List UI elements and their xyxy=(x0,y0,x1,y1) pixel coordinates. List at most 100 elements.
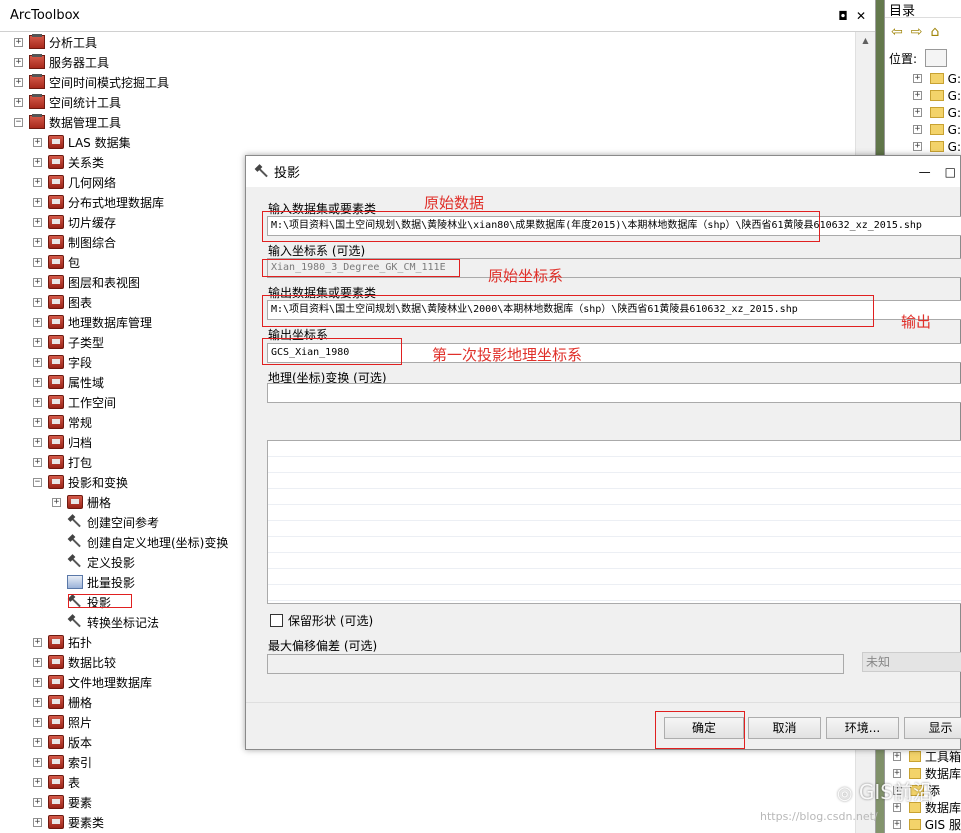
expand-icon[interactable]: + xyxy=(33,297,42,307)
preserve-shape-checkbox[interactable] xyxy=(270,614,283,627)
tree-item[interactable]: + 图层和表视图 xyxy=(33,272,140,292)
expand-icon[interactable]: + xyxy=(33,717,42,727)
tree-item[interactable]: + 要素类 xyxy=(33,812,104,832)
expand-icon[interactable]: + xyxy=(913,142,922,151)
expand-icon[interactable]: + xyxy=(33,697,42,707)
expand-icon[interactable]: + xyxy=(33,137,42,147)
tree-item[interactable]: + LAS 数据集 xyxy=(33,132,131,152)
cancel-button[interactable]: 取消 xyxy=(748,717,821,739)
expand-icon[interactable]: + xyxy=(52,497,61,507)
tree-item[interactable]: 创建自定义地理(坐标)变换 xyxy=(52,532,228,552)
expand-icon[interactable]: + xyxy=(33,437,42,447)
environments-button[interactable]: 环境... xyxy=(826,717,899,739)
expand-icon[interactable]: + xyxy=(33,177,42,187)
expand-icon[interactable]: + xyxy=(33,337,42,347)
expand-icon[interactable]: + xyxy=(33,457,42,467)
expand-icon[interactable]: + xyxy=(33,757,42,767)
location-dropdown[interactable] xyxy=(925,49,948,67)
tree-item[interactable]: + 图表 xyxy=(33,292,92,312)
expand-icon[interactable]: + xyxy=(33,217,42,227)
tree-item[interactable]: + 照片 xyxy=(33,712,92,732)
expand-icon[interactable]: + xyxy=(14,97,23,107)
expand-icon[interactable]: + xyxy=(33,397,42,407)
tree-item[interactable]: + 几何网络 xyxy=(33,172,116,192)
expand-icon[interactable]: + xyxy=(33,797,42,807)
tree-item[interactable]: + 工作空间 xyxy=(33,392,116,412)
expand-icon[interactable]: + xyxy=(33,277,42,287)
expand-icon[interactable]: + xyxy=(14,37,23,47)
expand-icon[interactable]: + xyxy=(33,357,42,367)
ok-button[interactable]: 确定 xyxy=(664,717,744,739)
expand-icon[interactable]: + xyxy=(913,108,922,117)
expand-icon[interactable]: + xyxy=(913,91,922,100)
expand-icon[interactable]: + xyxy=(33,197,42,207)
preserve-shape-row[interactable]: 保留形状 (可选) xyxy=(270,612,373,629)
tree-item[interactable]: − 数据管理工具 xyxy=(14,112,121,132)
back-arrow-icon[interactable]: ⇦ xyxy=(891,24,903,40)
expand-icon[interactable]: + xyxy=(14,57,23,67)
catalog-folder[interactable]: + G: xyxy=(885,70,961,87)
tree-item[interactable]: 定义投影 xyxy=(52,552,135,572)
maximize-button[interactable]: □ xyxy=(945,165,956,179)
tree-item[interactable]: + 栅格 xyxy=(33,692,92,712)
tree-item[interactable]: + 索引 xyxy=(33,752,92,772)
expand-icon[interactable]: + xyxy=(893,820,901,829)
tree-item[interactable]: 投影 xyxy=(52,592,111,612)
pin-button[interactable]: ◘ xyxy=(837,10,849,22)
tree-item[interactable]: + 包 xyxy=(33,252,80,272)
output-dataset-field[interactable]: M:\项目资料\国土空间规划\数据\黄陵林业\2000\本期林地数据库（shp）… xyxy=(267,300,961,320)
expand-icon[interactable]: + xyxy=(33,317,42,327)
tree-item[interactable]: + 子类型 xyxy=(33,332,104,352)
expand-icon[interactable]: + xyxy=(33,657,42,667)
tree-item[interactable]: + 切片缓存 xyxy=(33,212,116,232)
expand-icon[interactable]: + xyxy=(33,817,42,827)
show-help-button[interactable]: 显示 xyxy=(904,717,961,739)
tree-item[interactable]: + 拓扑 xyxy=(33,632,92,652)
expand-icon[interactable]: + xyxy=(33,737,42,747)
geo-transform-dropdown[interactable] xyxy=(267,383,961,403)
tree-item[interactable]: + 地理数据库管理 xyxy=(33,312,152,332)
tree-item[interactable]: − 投影和变换 xyxy=(33,472,128,492)
tree-item[interactable]: + 字段 xyxy=(33,352,92,372)
catalog-folder[interactable]: + G: xyxy=(885,87,961,104)
tree-item[interactable]: + 空间时间模式挖掘工具 xyxy=(14,72,169,92)
tree-item[interactable]: + 数据比较 xyxy=(33,652,116,672)
tree-item[interactable]: + 表 xyxy=(33,772,80,792)
minimize-button[interactable]: — xyxy=(919,165,931,179)
tree-item[interactable]: + 分析工具 xyxy=(14,32,97,52)
tree-item[interactable]: + 常规 xyxy=(33,412,92,432)
collapse-icon[interactable]: − xyxy=(33,477,42,487)
catalog-item[interactable]: + GIS 服 xyxy=(885,816,961,833)
tree-item[interactable]: + 文件地理数据库 xyxy=(33,672,152,692)
tree-item[interactable]: + 分布式地理数据库 xyxy=(33,192,164,212)
tree-item[interactable]: + 要素 xyxy=(33,792,92,812)
expand-icon[interactable]: + xyxy=(33,637,42,647)
tree-item[interactable]: + 关系类 xyxy=(33,152,104,172)
catalog-folder[interactable]: + G: xyxy=(885,138,961,155)
forward-arrow-icon[interactable]: ⇨ xyxy=(911,24,923,40)
collapse-icon[interactable]: − xyxy=(14,117,23,127)
tree-item[interactable]: 转换坐标记法 xyxy=(52,612,159,632)
tree-item[interactable]: + 版本 xyxy=(33,732,92,752)
home-icon[interactable]: ⌂ xyxy=(930,24,939,40)
tree-item[interactable]: + 归档 xyxy=(33,432,92,452)
tree-item[interactable]: + 制图综合 xyxy=(33,232,116,252)
expand-icon[interactable]: + xyxy=(33,157,42,167)
tree-item[interactable]: 批量投影 xyxy=(52,572,135,592)
tree-item[interactable]: + 栅格 xyxy=(52,492,111,512)
expand-icon[interactable]: + xyxy=(913,74,922,83)
catalog-folder[interactable]: + G: xyxy=(885,121,961,138)
catalog-folder[interactable]: + G: xyxy=(885,104,961,121)
expand-icon[interactable]: + xyxy=(33,677,42,687)
tree-item[interactable]: + 服务器工具 xyxy=(14,52,109,72)
expand-icon[interactable]: + xyxy=(14,77,23,87)
output-cs-field[interactable]: GCS_Xian_1980 xyxy=(267,343,961,363)
tree-item[interactable]: + 属性域 xyxy=(33,372,104,392)
expand-icon[interactable]: + xyxy=(33,417,42,427)
expand-icon[interactable]: + xyxy=(33,237,42,247)
expand-icon[interactable]: + xyxy=(33,777,42,787)
tree-item[interactable]: + 空间统计工具 xyxy=(14,92,121,112)
expand-icon[interactable]: + xyxy=(913,125,922,134)
catalog-item[interactable]: + 工具箱 xyxy=(885,748,961,765)
expand-icon[interactable]: + xyxy=(893,752,901,761)
